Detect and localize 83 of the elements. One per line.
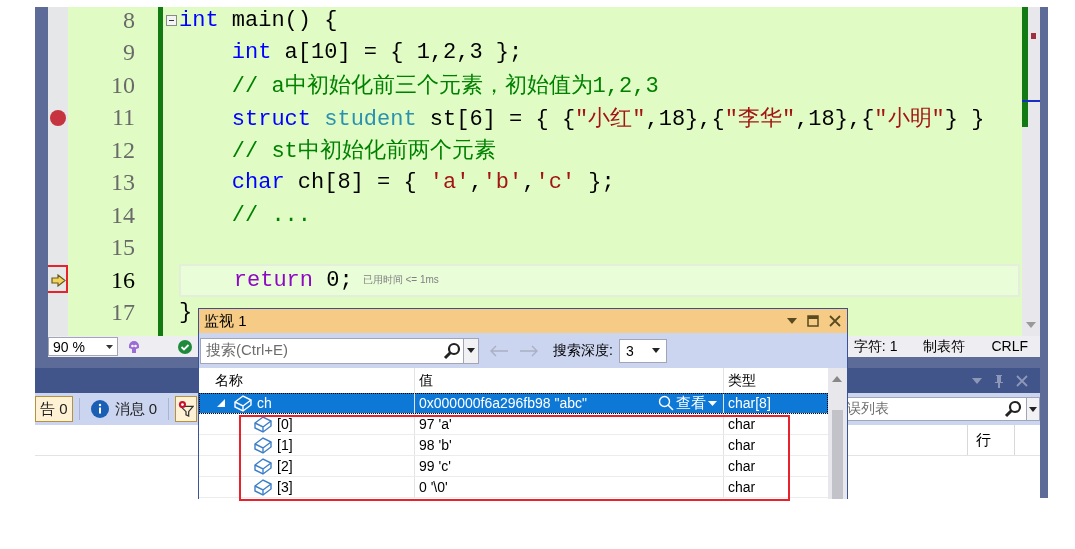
line-number: 11 [111, 104, 135, 132]
caret-icon[interactable] [106, 344, 113, 349]
code-line: // a中初始化前三个元素，初始值为1,2,3 [230, 72, 659, 101]
status-item[interactable]: CRLF [991, 337, 1028, 356]
line-number: 9 [123, 39, 135, 67]
variable-value: 97 'a' [414, 414, 723, 434]
line-number: 17 [111, 299, 135, 327]
variable-name: [2] [277, 458, 293, 474]
caret-icon[interactable] [467, 348, 475, 353]
scroll-arrow-icon[interactable] [832, 376, 842, 382]
dropdown-icon[interactable] [787, 318, 797, 324]
code-line: } [179, 300, 193, 326]
variable-icon [253, 415, 273, 433]
code-line: // ... [230, 202, 312, 228]
line-number: 14 [111, 201, 135, 229]
view-button[interactable]: 查看 [658, 393, 723, 413]
line-number: 13 [111, 169, 135, 197]
variable-icon [233, 394, 253, 412]
scrollbar[interactable] [828, 368, 847, 499]
line-number: 12 [111, 136, 135, 164]
toggle-button[interactable]: 告 0 [35, 396, 73, 422]
column-header[interactable]: 行 [967, 425, 1014, 455]
variable-name: [0] [277, 416, 293, 432]
variable-name: [3] [277, 479, 293, 495]
close-icon[interactable] [829, 315, 841, 327]
dropdown-icon[interactable] [972, 377, 982, 384]
breakpoint-icon[interactable] [50, 109, 66, 126]
check-icon[interactable] [178, 339, 192, 354]
variable-type: char [723, 435, 827, 455]
info-icon [90, 400, 109, 418]
elapsed-time-hint: 已用时间 <= 1ms [362, 273, 439, 288]
variable-value: 0 '\0' [414, 477, 723, 497]
window-title: 监视 1 [204, 311, 247, 331]
watch-row[interactable]: ch 0x000000f6a296fb98 "abc" 查看 char[8] [199, 393, 828, 414]
close-icon[interactable] [1016, 374, 1028, 387]
column-header[interactable]: 名称 [209, 368, 414, 393]
depth-dropdown[interactable]: 3 [618, 338, 667, 363]
maximize-icon[interactable] [807, 315, 819, 327]
collapse-icon[interactable] [165, 14, 177, 26]
toggle-button[interactable]: 消息 0 [85, 396, 163, 422]
zoom-dropdown[interactable]: 90 % [48, 337, 118, 356]
depth-label: 搜索深度: [553, 341, 613, 360]
line-number: 10 [111, 71, 135, 99]
variable-type: char [723, 414, 827, 434]
brain-icon[interactable] [126, 338, 142, 355]
variable-value: 98 'b' [414, 435, 723, 455]
search-field[interactable]: 搜索(Ctrl+E) [200, 337, 464, 364]
variable-icon [253, 436, 273, 454]
caret-icon[interactable] [651, 348, 660, 353]
breakpoint-marker [1031, 33, 1036, 39]
search-icon[interactable] [443, 341, 461, 360]
code-line: int main() { [179, 7, 338, 33]
search-icon[interactable] [1004, 400, 1022, 418]
variable-type: char[8] [723, 393, 827, 413]
variable-type: char [723, 477, 827, 497]
caret-icon [708, 400, 717, 406]
filter-button[interactable] [175, 396, 198, 422]
scrollbar[interactable] [1022, 7, 1040, 336]
variable-icon [253, 457, 273, 475]
line-number: 15 [111, 234, 135, 262]
line-number: 16 [111, 266, 135, 294]
variable-name: [1] [277, 437, 293, 453]
code-line: // st中初始化前两个元素 [230, 137, 496, 166]
code-line: struct student st[6] = { {"小红",18},{"李华",18},{"小明"} } [230, 105, 985, 133]
status-item[interactable]: 字符: 1 [853, 337, 898, 356]
expand-triangle-icon[interactable] [217, 399, 225, 407]
variable-value: 0x000000f6a296fb98 "abc" [419, 395, 587, 411]
code-line: int a[10] = { 1,2,3 }; [230, 40, 523, 66]
variable-type: char [723, 456, 827, 476]
search-field[interactable]: 误列表 [846, 397, 1027, 421]
search-icon [658, 395, 674, 411]
code-line: return 0; [232, 267, 353, 293]
variable-icon [253, 478, 273, 496]
variable-value: 99 'c' [414, 456, 723, 476]
caret-icon[interactable] [1029, 406, 1037, 412]
status-item[interactable]: 制表符 [923, 337, 966, 356]
code-line: char ch[8] = { 'a','b','c' }; [230, 170, 615, 196]
pin-icon[interactable] [994, 373, 1004, 388]
variable-name: ch [257, 395, 272, 411]
dropdown-button[interactable] [464, 337, 479, 364]
filter-icon [178, 400, 195, 418]
line-number: 8 [123, 7, 135, 34]
dropdown-button[interactable] [1027, 397, 1040, 421]
